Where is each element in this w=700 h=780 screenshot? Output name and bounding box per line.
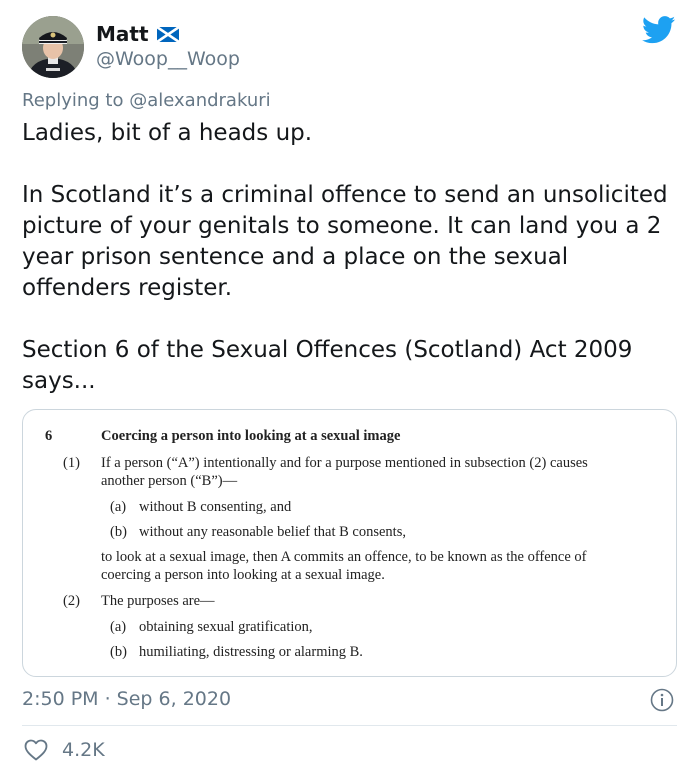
paragraph-letter: (a): [110, 619, 127, 635]
subsection-text: another person (“B”)—: [101, 473, 238, 489]
paragraph-letter: (a): [110, 499, 127, 515]
tweet-media-image[interactable]: 6 Coercing a person into looking at a se…: [22, 409, 677, 677]
like-button[interactable]: 4.2K: [24, 739, 105, 761]
info-icon[interactable]: [650, 688, 674, 712]
paragraph-text: without any reasonable belief that B con…: [139, 524, 406, 540]
subsection-text: If a person (“A”) intentionally and for …: [101, 455, 588, 471]
reply-prefix: Replying to: [22, 90, 124, 111]
paragraph-letter: (b): [110, 644, 127, 660]
legislation-excerpt: 6 Coercing a person into looking at a se…: [23, 410, 676, 676]
subsection-text: The purposes are—: [101, 593, 215, 609]
reply-mention-link[interactable]: @alexandrakuri: [129, 90, 270, 111]
paragraph-text: humiliating, distressing or alarming B.: [139, 644, 363, 660]
continuation-text: to look at a sexual image, then A commit…: [101, 549, 587, 565]
tweet-text: Ladies, bit of a heads up. In Scotland i…: [22, 118, 682, 397]
author-display-name[interactable]: Matt: [96, 22, 149, 46]
paragraph-text: without B consenting, and: [139, 499, 292, 515]
continuation-text: coercing a person into looking at a sexu…: [101, 567, 385, 583]
twitter-bird-icon[interactable]: [642, 16, 676, 44]
tweet-paragraph: Section 6 of the Sexual Offences (Scotla…: [22, 337, 633, 394]
heart-icon: [24, 739, 48, 761]
tweet-timestamp[interactable]: 2:50 PM · Sep 6, 2020: [22, 688, 231, 710]
tweet-paragraph: Ladies, bit of a heads up.: [22, 120, 313, 146]
subsection-number: (2): [63, 593, 80, 609]
avatar[interactable]: [22, 16, 84, 78]
paragraph-letter: (b): [110, 524, 127, 540]
subsection-number: (1): [63, 455, 80, 471]
section-number: 6: [45, 428, 53, 444]
section-title: Coercing a person into looking at a sexu…: [101, 428, 401, 444]
paragraph-text: obtaining sexual gratification,: [139, 619, 313, 635]
reply-context: Replying to @alexandrakuri: [22, 90, 271, 111]
author-name-row: Matt: [96, 22, 179, 46]
author-handle[interactable]: @Woop__Woop: [96, 48, 240, 70]
scotland-flag-icon: [156, 26, 179, 42]
divider: [22, 725, 677, 726]
tweet-paragraph: In Scotland it’s a criminal offence to s…: [22, 182, 668, 301]
like-count: 4.2K: [62, 739, 105, 761]
avatar-image: [22, 16, 84, 78]
